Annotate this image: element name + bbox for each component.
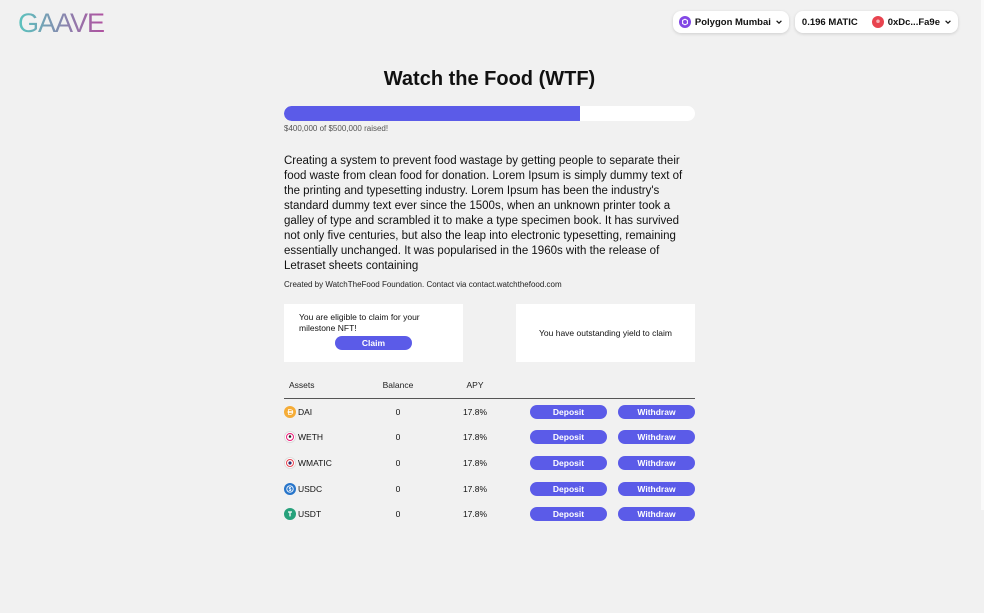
raised-amount: $400,000 of $500,000 raised! bbox=[284, 124, 389, 133]
asset-cell: DAI bbox=[284, 405, 378, 418]
table-header: Assets Balance APY bbox=[284, 380, 695, 399]
asset-balance: 0 bbox=[395, 432, 401, 443]
deposit-button[interactable]: Deposit bbox=[530, 455, 607, 470]
asset-apy: 17.8% bbox=[462, 483, 488, 494]
wallet-balance: 0.196 MATIC bbox=[801, 16, 858, 28]
withdraw-button[interactable]: Withdraw bbox=[618, 481, 695, 496]
svg-text:$: $ bbox=[289, 486, 292, 492]
avatar-icon bbox=[871, 16, 884, 28]
assets-table: Assets Balance APY DAI 0 17.8% Deposit W bbox=[284, 380, 695, 527]
nft-claim-text: You are eligible to claim for your miles… bbox=[299, 312, 420, 333]
deposit-button[interactable]: Deposit bbox=[530, 430, 607, 445]
weth-icon bbox=[284, 431, 296, 444]
network-label: Polygon Mumbai bbox=[694, 16, 771, 28]
table-row: WMATIC 0 17.8% Deposit Withdraw bbox=[284, 450, 695, 476]
wallet-address: 0xDc...Fa9e bbox=[887, 16, 940, 28]
asset-balance: 0 bbox=[395, 406, 401, 417]
asset-symbol: USDC bbox=[298, 483, 323, 494]
app-page: GAAVE Polygon Mumbai 0.196 MATIC 0xDc...… bbox=[0, 0, 984, 613]
claim-cards: You are eligible to claim for your miles… bbox=[284, 304, 695, 362]
asset-balance: 0 bbox=[395, 483, 401, 494]
wallet-button[interactable]: 0.196 MATIC 0xDc...Fa9e bbox=[794, 11, 958, 33]
asset-apy: 17.8% bbox=[462, 406, 488, 417]
header-controls: Polygon Mumbai 0.196 MATIC 0xDc...Fa9e bbox=[672, 11, 958, 33]
asset-cell: $ USDC bbox=[284, 482, 378, 495]
withdraw-button[interactable]: Withdraw bbox=[618, 507, 695, 522]
usdc-icon: $ bbox=[284, 482, 296, 495]
wallet-address-group: 0xDc...Fa9e bbox=[871, 16, 952, 28]
table-row: USDT 0 17.8% Deposit Withdraw bbox=[284, 501, 695, 527]
network-selector[interactable]: Polygon Mumbai bbox=[672, 11, 789, 33]
deposit-button[interactable]: Deposit bbox=[530, 481, 607, 496]
deposit-button[interactable]: Deposit bbox=[530, 507, 607, 522]
table-row: WETH 0 17.8% Deposit Withdraw bbox=[284, 425, 695, 451]
svg-text:GAAVE: GAAVE bbox=[18, 9, 104, 35]
nft-claim-card: You are eligible to claim for your miles… bbox=[284, 304, 463, 362]
chevron-down-icon bbox=[776, 20, 782, 25]
yield-text: You have outstanding yield to claim bbox=[539, 327, 672, 338]
chevron-down-icon bbox=[945, 20, 951, 25]
asset-symbol: USDT bbox=[298, 509, 322, 520]
asset-balance: 0 bbox=[395, 509, 401, 520]
asset-symbol: DAI bbox=[298, 406, 313, 417]
asset-apy: 17.8% bbox=[462, 509, 488, 520]
header-apy: APY bbox=[466, 380, 484, 390]
logo-wordmark: GAAVE bbox=[18, 9, 105, 35]
withdraw-button[interactable]: Withdraw bbox=[618, 404, 695, 419]
project-detail: Watch the Food (WTF) $400,000 of $500,00… bbox=[284, 64, 695, 527]
asset-symbol: WETH bbox=[298, 432, 324, 443]
yield-card: You have outstanding yield to claim bbox=[516, 304, 695, 362]
usdt-icon bbox=[284, 508, 296, 521]
table-row: $ USDC 0 17.8% Deposit Withdraw bbox=[284, 476, 695, 502]
table-row: DAI 0 17.8% Deposit Withdraw bbox=[284, 399, 695, 425]
asset-apy: 17.8% bbox=[462, 432, 488, 443]
funding-progress-bar bbox=[284, 106, 695, 121]
withdraw-button[interactable]: Withdraw bbox=[618, 430, 695, 445]
wmatic-icon bbox=[284, 456, 296, 469]
asset-balance: 0 bbox=[395, 457, 401, 468]
polygon-icon bbox=[678, 16, 691, 28]
asset-symbol: WMATIC bbox=[298, 457, 332, 468]
asset-cell: WETH bbox=[284, 431, 378, 444]
gaave-logo[interactable]: GAAVE bbox=[18, 9, 122, 35]
asset-cell: USDT bbox=[284, 508, 378, 521]
project-description: Creating a system to prevent food wastag… bbox=[284, 155, 683, 272]
asset-apy: 17.8% bbox=[462, 457, 488, 468]
created-by: Created by WatchTheFood Foundation. Cont… bbox=[284, 280, 562, 289]
header-assets: Assets bbox=[289, 380, 315, 390]
claim-button[interactable]: Claim bbox=[335, 336, 412, 350]
header-balance: Balance bbox=[382, 380, 414, 390]
page-title: Watch the Food (WTF) bbox=[383, 68, 596, 90]
funding-progress-fill bbox=[284, 106, 580, 121]
deposit-button[interactable]: Deposit bbox=[530, 404, 607, 419]
asset-cell: WMATIC bbox=[284, 456, 378, 469]
withdraw-button[interactable]: Withdraw bbox=[618, 455, 695, 470]
dai-icon bbox=[284, 405, 296, 418]
